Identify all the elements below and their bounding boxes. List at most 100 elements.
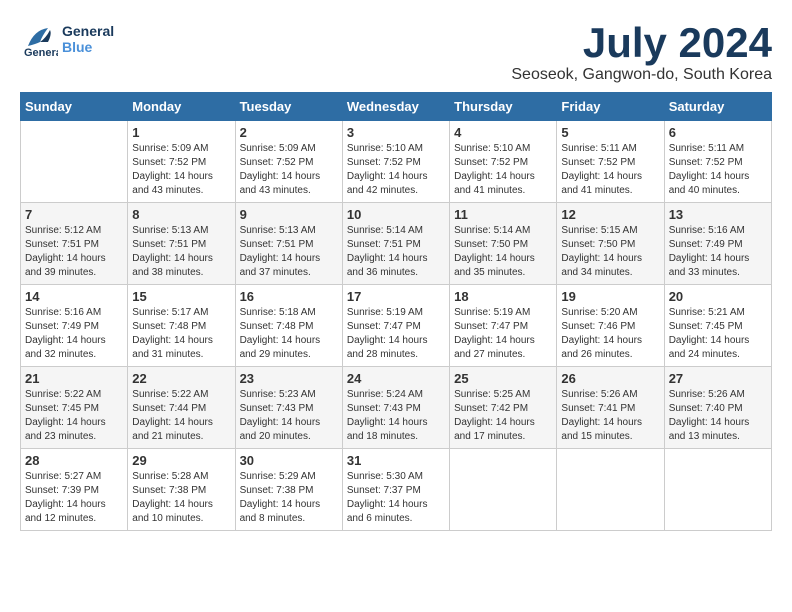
calendar-cell: 1 Sunrise: 5:09 AM Sunset: 7:52 PM Daylig… xyxy=(128,121,235,203)
day-number: 16 xyxy=(240,289,338,304)
day-number: 5 xyxy=(561,125,659,140)
day-number: 3 xyxy=(347,125,445,140)
calendar-cell: 22Sunrise: 5:22 AM Sunset: 7:44 PM Dayli… xyxy=(128,367,235,449)
day-number: 20 xyxy=(669,289,767,304)
calendar-cell: 30Sunrise: 5:29 AM Sunset: 7:38 PM Dayli… xyxy=(235,449,342,531)
calendar-cell: 20 Sunrise: 5:21 AM Sunset: 7:45 PM Dayli… xyxy=(664,285,771,367)
calendar-cell: 18Sunrise: 5:19 AM Sunset: 7:47 PM Dayli… xyxy=(450,285,557,367)
calendar-cell: 31Sunrise: 5:30 AM Sunset: 7:37 PM Dayli… xyxy=(342,449,449,531)
calendar-cell: 17Sunrise: 5:19 AM Sunset: 7:47 PM Dayli… xyxy=(342,285,449,367)
column-header-saturday: Saturday xyxy=(664,93,771,121)
day-info: Sunrise: 5:21 AM Sunset: 7:45 PM Dayligh… xyxy=(669,306,767,362)
logo-icon: General xyxy=(20,20,58,58)
day-info: Sunrise: 5:18 AM Sunset: 7:48 PM Dayligh… xyxy=(240,306,338,362)
day-info: Sunrise: 5:19 AM Sunset: 7:47 PM Dayligh… xyxy=(454,306,552,362)
calendar-cell: 7Sunrise: 5:12 AM Sunset: 7:51 PM Daylig… xyxy=(21,203,128,285)
calendar-cell: 24 Sunrise: 5:24 AM Sunset: 7:43 PM Dayli… xyxy=(342,367,449,449)
calendar-cell: 12 Sunrise: 5:15 AM Sunset: 7:50 PM Dayli… xyxy=(557,203,664,285)
day-number: 24 xyxy=(347,371,445,386)
day-info: Sunrise: 5:09 AM Sunset: 7:52 PM Dayligh… xyxy=(132,142,230,198)
day-info: Sunrise: 5:11 AM Sunset: 7:52 PM Dayligh… xyxy=(561,142,659,198)
day-info: Sunrise: 5:10 AM Sunset: 7:52 PM Dayligh… xyxy=(347,142,445,198)
calendar-cell xyxy=(557,449,664,531)
calendar-cell: 19 Sunrise: 5:20 AM Sunset: 7:46 PM Dayli… xyxy=(557,285,664,367)
calendar-cell: 10 Sunrise: 5:14 AM Sunset: 7:51 PM Dayli… xyxy=(342,203,449,285)
day-number: 21 xyxy=(25,371,123,386)
day-number: 7 xyxy=(25,207,123,222)
day-info: Sunrise: 5:16 AM Sunset: 7:49 PM Dayligh… xyxy=(669,224,767,280)
calendar-cell: 29 Sunrise: 5:28 AM Sunset: 7:38 PM Dayli… xyxy=(128,449,235,531)
day-info: Sunrise: 5:26 AM Sunset: 7:41 PM Dayligh… xyxy=(561,388,659,444)
calendar-cell: 9Sunrise: 5:13 AM Sunset: 7:51 PM Daylig… xyxy=(235,203,342,285)
calendar-cell: 23 Sunrise: 5:23 AM Sunset: 7:43 PM Dayli… xyxy=(235,367,342,449)
day-number: 25 xyxy=(454,371,552,386)
day-info: Sunrise: 5:22 AM Sunset: 7:44 PM Dayligh… xyxy=(132,388,230,444)
logo: General General Blue xyxy=(20,20,114,58)
svg-text:General: General xyxy=(24,47,58,58)
day-number: 15 xyxy=(132,289,230,304)
column-header-friday: Friday xyxy=(557,93,664,121)
page-header: General General Blue July 2024 Seoseok, … xyxy=(20,20,772,84)
day-number: 28 xyxy=(25,453,123,468)
calendar-cell xyxy=(21,121,128,203)
logo-text-block: General Blue xyxy=(62,23,114,55)
column-header-wednesday: Wednesday xyxy=(342,93,449,121)
calendar-cell: 21 Sunrise: 5:22 AM Sunset: 7:45 PM Dayli… xyxy=(21,367,128,449)
calendar-cell: 28 Sunrise: 5:27 AM Sunset: 7:39 PM Dayli… xyxy=(21,449,128,531)
calendar-cell: 3 Sunrise: 5:10 AM Sunset: 7:52 PM Daylig… xyxy=(342,121,449,203)
day-info: Sunrise: 5:25 AM Sunset: 7:42 PM Dayligh… xyxy=(454,388,552,444)
day-number: 26 xyxy=(561,371,659,386)
calendar-cell: 25 Sunrise: 5:25 AM Sunset: 7:42 PM Dayli… xyxy=(450,367,557,449)
month-year-title: July 2024 xyxy=(511,20,772,66)
day-info: Sunrise: 5:28 AM Sunset: 7:38 PM Dayligh… xyxy=(132,470,230,526)
calendar-cell: 27Sunrise: 5:26 AM Sunset: 7:40 PM Dayli… xyxy=(664,367,771,449)
calendar-week-row: 21 Sunrise: 5:22 AM Sunset: 7:45 PM Dayli… xyxy=(21,367,772,449)
column-header-monday: Monday xyxy=(128,93,235,121)
day-number: 31 xyxy=(347,453,445,468)
day-info: Sunrise: 5:14 AM Sunset: 7:51 PM Dayligh… xyxy=(347,224,445,280)
calendar-cell: 15 Sunrise: 5:17 AM Sunset: 7:48 PM Dayli… xyxy=(128,285,235,367)
day-info: Sunrise: 5:14 AM Sunset: 7:50 PM Dayligh… xyxy=(454,224,552,280)
day-info: Sunrise: 5:23 AM Sunset: 7:43 PM Dayligh… xyxy=(240,388,338,444)
day-info: Sunrise: 5:24 AM Sunset: 7:43 PM Dayligh… xyxy=(347,388,445,444)
day-number: 17 xyxy=(347,289,445,304)
calendar-table: SundayMondayTuesdayWednesdayThursdayFrid… xyxy=(20,92,772,531)
day-number: 6 xyxy=(669,125,767,140)
day-info: Sunrise: 5:20 AM Sunset: 7:46 PM Dayligh… xyxy=(561,306,659,362)
day-info: Sunrise: 5:17 AM Sunset: 7:48 PM Dayligh… xyxy=(132,306,230,362)
day-info: Sunrise: 5:15 AM Sunset: 7:50 PM Dayligh… xyxy=(561,224,659,280)
day-number: 11 xyxy=(454,207,552,222)
day-number: 4 xyxy=(454,125,552,140)
calendar-week-row: 28 Sunrise: 5:27 AM Sunset: 7:39 PM Dayli… xyxy=(21,449,772,531)
logo-blue: Blue xyxy=(62,39,92,55)
day-number: 19 xyxy=(561,289,659,304)
calendar-cell: 5 Sunrise: 5:11 AM Sunset: 7:52 PM Daylig… xyxy=(557,121,664,203)
calendar-cell: 4 Sunrise: 5:10 AM Sunset: 7:52 PM Daylig… xyxy=(450,121,557,203)
day-number: 13 xyxy=(669,207,767,222)
column-header-tuesday: Tuesday xyxy=(235,93,342,121)
calendar-week-row: 1 Sunrise: 5:09 AM Sunset: 7:52 PM Daylig… xyxy=(21,121,772,203)
day-number: 12 xyxy=(561,207,659,222)
calendar-week-row: 7Sunrise: 5:12 AM Sunset: 7:51 PM Daylig… xyxy=(21,203,772,285)
location-subtitle: Seoseok, Gangwon-do, South Korea xyxy=(511,66,772,84)
day-number: 27 xyxy=(669,371,767,386)
day-number: 23 xyxy=(240,371,338,386)
day-number: 29 xyxy=(132,453,230,468)
day-info: Sunrise: 5:10 AM Sunset: 7:52 PM Dayligh… xyxy=(454,142,552,198)
day-info: Sunrise: 5:22 AM Sunset: 7:45 PM Dayligh… xyxy=(25,388,123,444)
day-number: 8 xyxy=(132,207,230,222)
day-number: 10 xyxy=(347,207,445,222)
calendar-cell: 26 Sunrise: 5:26 AM Sunset: 7:41 PM Dayli… xyxy=(557,367,664,449)
day-info: Sunrise: 5:13 AM Sunset: 7:51 PM Dayligh… xyxy=(132,224,230,280)
day-number: 1 xyxy=(132,125,230,140)
calendar-cell: 8 Sunrise: 5:13 AM Sunset: 7:51 PM Daylig… xyxy=(128,203,235,285)
calendar-week-row: 14Sunrise: 5:16 AM Sunset: 7:49 PM Dayli… xyxy=(21,285,772,367)
calendar-cell: 6Sunrise: 5:11 AM Sunset: 7:52 PM Daylig… xyxy=(664,121,771,203)
day-info: Sunrise: 5:27 AM Sunset: 7:39 PM Dayligh… xyxy=(25,470,123,526)
day-number: 2 xyxy=(240,125,338,140)
calendar-cell xyxy=(664,449,771,531)
calendar-header-row: SundayMondayTuesdayWednesdayThursdayFrid… xyxy=(21,93,772,121)
calendar-cell: 11 Sunrise: 5:14 AM Sunset: 7:50 PM Dayli… xyxy=(450,203,557,285)
column-header-thursday: Thursday xyxy=(450,93,557,121)
day-number: 14 xyxy=(25,289,123,304)
